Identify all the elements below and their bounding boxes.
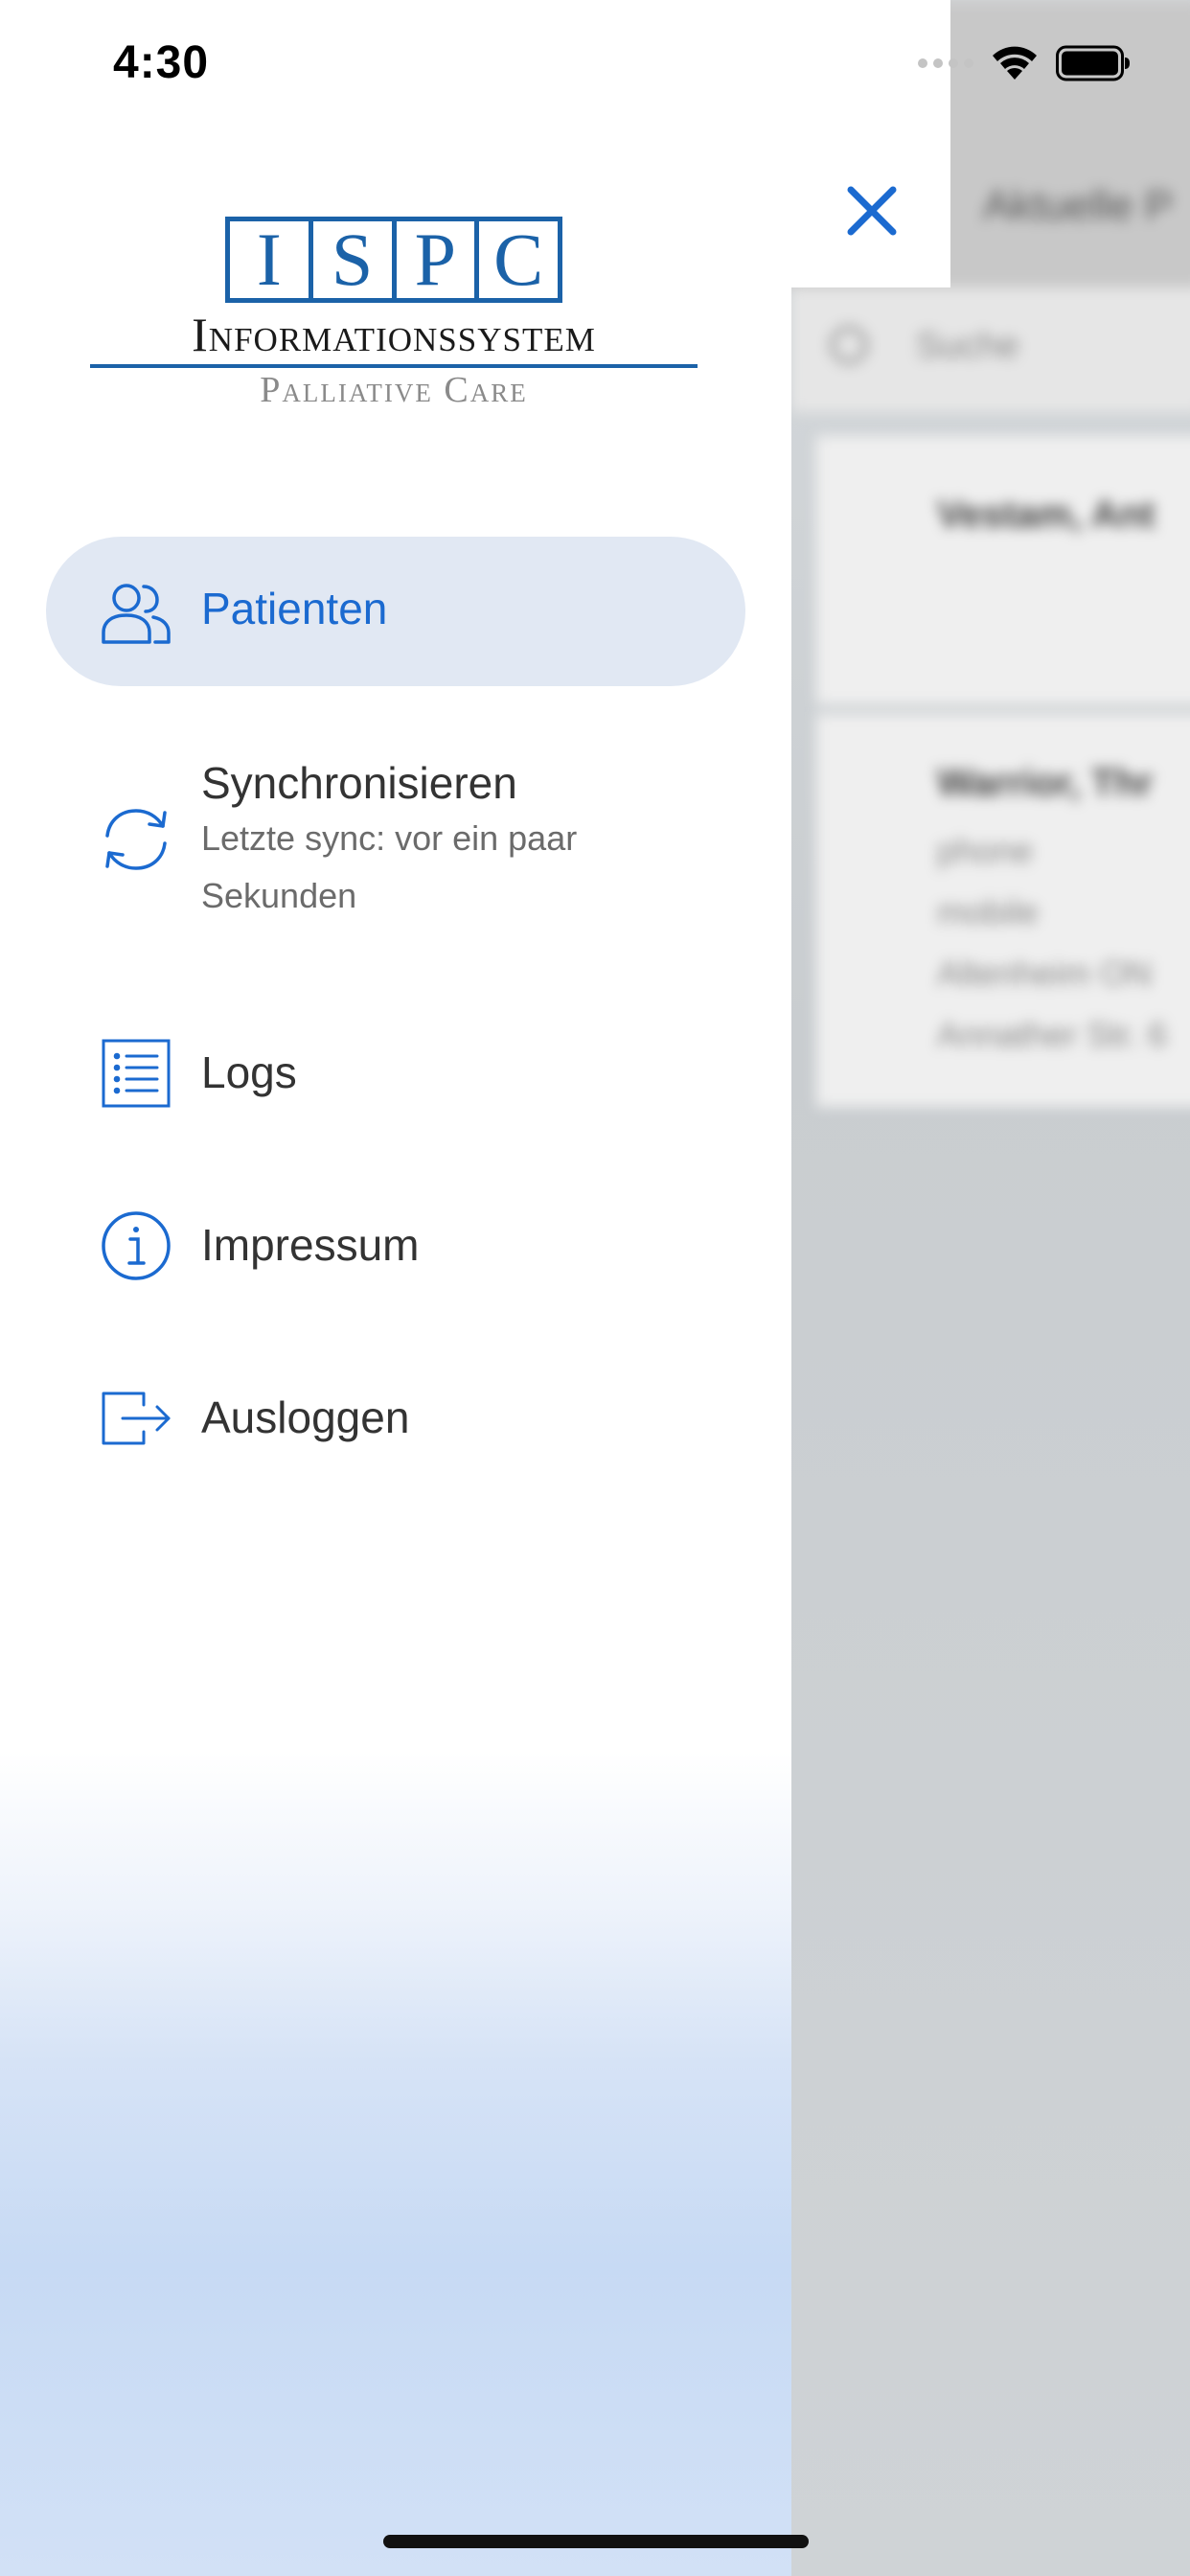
background-patient-phone: phone [937, 831, 1034, 870]
screen: Aktuelle P Suche Vestam, Ant Warrior, Th… [0, 0, 1190, 2576]
menu-item-label: Logs [201, 1047, 297, 1097]
logout-icon [100, 1382, 172, 1455]
search-icon [830, 326, 868, 364]
home-indicator[interactable] [383, 2535, 809, 2548]
background-patient-card: Vestam, Ant [816, 436, 1190, 704]
menu-item-text: Logs [201, 1046, 297, 1099]
menu-item-ausloggen[interactable]: Ausloggen [46, 1370, 745, 1466]
menu-item-patienten[interactable]: Patienten [46, 537, 745, 686]
background-content: Aktuelle P Suche Vestam, Ant Warrior, Th… [791, 0, 1190, 2576]
status-time: 4:30 [113, 37, 210, 88]
close-drawer-button[interactable] [834, 172, 910, 249]
menu-item-text: Ausloggen [201, 1392, 409, 1444]
menu-item-label: Synchronisieren [201, 758, 517, 808]
background-app[interactable]: Aktuelle P Suche Vestam, Ant Warrior, Th… [791, 0, 1190, 2576]
background-patient-location: Altenheim ON [937, 954, 1153, 993]
side-drawer: 4:30 I S P C Informationssystem Palliati… [0, 0, 791, 2576]
logo-sub-text: Palliative Care [260, 370, 528, 410]
background-patient-name: Vestam, Ant [937, 494, 1156, 536]
menu-item-label: Ausloggen [201, 1392, 410, 1442]
menu-item-text: Synchronisieren Letzte sync: vor ein paa… [201, 757, 738, 925]
logo-letter-boxes: I S P C [225, 217, 562, 303]
background-title: Aktuelle P [983, 182, 1174, 229]
wifi-icon [993, 46, 1037, 80]
background-search-placeholder: Suche [916, 326, 1019, 366]
ispc-logo: I S P C Informationssystem Palliative Ca… [90, 217, 698, 408]
menu-item-label: Impressum [201, 1220, 420, 1270]
menu-item-text: Impressum [201, 1219, 419, 1272]
logo-letter: S [313, 221, 397, 298]
background-patient-mobile: mobile [937, 892, 1040, 932]
logo-letter: C [493, 218, 544, 301]
last-sync-status: Letzte sync: vor ein paar Sekunden [201, 818, 578, 916]
logo-main-text: Informationssystem [90, 310, 698, 368]
background-patient-name: Warrior, Thr [937, 762, 1154, 804]
sync-icon [100, 803, 172, 876]
logo-letter: I [230, 221, 313, 298]
menu-item-synchronisieren[interactable]: Synchronisieren Letzte sync: vor ein paa… [46, 748, 745, 930]
menu-item-impressum[interactable]: Impressum [46, 1198, 745, 1294]
background-patient-address: Annather Str. 6 [937, 1015, 1168, 1054]
list-icon [100, 1037, 172, 1110]
logo-letter: P [397, 221, 480, 298]
cellular-signal-icon [918, 58, 973, 68]
status-icons [918, 42, 1131, 84]
menu-item-text: Patienten [201, 583, 387, 635]
info-icon [100, 1209, 172, 1282]
menu-item-label: Patienten [201, 584, 388, 633]
patients-icon [100, 575, 172, 648]
battery-icon [1056, 45, 1130, 81]
menu-item-logs[interactable]: Logs [46, 1025, 745, 1121]
close-icon [847, 186, 897, 236]
background-patient-card: Warrior, Thr phone mobile Altenheim ON A… [816, 714, 1190, 1107]
